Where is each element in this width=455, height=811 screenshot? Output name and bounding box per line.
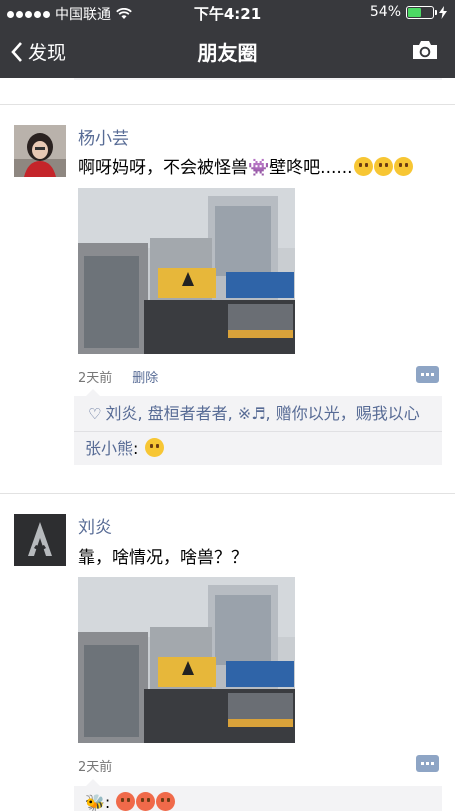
camera-icon <box>413 41 437 59</box>
angry-emoji-icon <box>116 792 136 811</box>
post-author[interactable]: 杨小芸 <box>78 124 129 149</box>
battery-percent: 54% <box>369 4 401 20</box>
post-text: 靠，啥情况，啥兽？？ <box>78 548 248 568</box>
post-author[interactable]: 刘炎 <box>78 513 112 538</box>
post-time: 2天前 <box>78 371 113 386</box>
angry-emoji-icon <box>136 792 156 811</box>
likes-names[interactable]: 刘炎, 盘桓者者者, ※♬, 赠你以光，赐我以心 <box>105 404 419 423</box>
comment-menu-button[interactable] <box>416 755 439 772</box>
post-image[interactable] <box>78 188 295 354</box>
thinking-emoji-icon <box>353 157 373 176</box>
comment-item[interactable]: 张小熊: <box>74 431 442 465</box>
post-text-content: 啊呀妈呀，不会被怪兽👾壁咚吧...... <box>78 158 353 178</box>
battery-fill <box>408 7 421 17</box>
comment-author[interactable]: 张小熊 <box>85 439 133 458</box>
likes-list: ♡ 刘炎, 盘桓者者者, ※♬, 赠你以光，赐我以心 <box>74 396 442 431</box>
thinking-emoji-icon <box>393 157 413 176</box>
status-right: 54% <box>370 4 447 20</box>
charging-icon <box>439 5 447 19</box>
post-meta: 2天前 <box>78 756 112 775</box>
camera-button[interactable] <box>411 39 439 65</box>
comment-item[interactable]: 🐝: <box>74 786 442 811</box>
heart-icon: ♡ <box>88 405 102 423</box>
post-image[interactable] <box>78 577 295 743</box>
post-divider <box>0 493 455 494</box>
comment-menu-button[interactable] <box>416 366 439 383</box>
moments-feed[interactable]: 杨小芸 啊呀妈呀，不会被怪兽👾壁咚吧...... 2天前 删除 ♡ 刘炎, 盘桓者者… <box>0 78 455 811</box>
thinking-emoji-icon <box>373 157 393 176</box>
post-meta: 2天前 删除 <box>78 367 158 386</box>
comment-author[interactable]: 🐝 <box>85 793 105 811</box>
grin-emoji-icon <box>144 438 164 457</box>
avatar[interactable] <box>14 125 66 177</box>
comment-separator: : <box>104 793 116 811</box>
battery-icon <box>406 5 437 19</box>
page-title: 朋友圈 <box>197 41 258 65</box>
post-divider <box>0 104 455 105</box>
post-time: 2天前 <box>78 760 113 775</box>
post-text: 啊呀妈呀，不会被怪兽👾壁咚吧...... <box>78 153 413 178</box>
angry-emoji-icon <box>156 792 176 811</box>
comment-separator: : <box>133 439 144 458</box>
delete-link[interactable]: 删除 <box>132 371 158 386</box>
interaction-box: 🐝: <box>74 779 442 811</box>
avatar[interactable] <box>14 514 66 566</box>
status-bar: 中国联通 下午4:21 54% <box>0 0 455 24</box>
previous-post-comment-box <box>74 78 442 80</box>
nav-bar: 发现 朋友圈 <box>0 24 455 78</box>
interaction-box: ♡ 刘炎, 盘桓者者者, ※♬, 赠你以光，赐我以心 张小熊: <box>74 389 442 465</box>
